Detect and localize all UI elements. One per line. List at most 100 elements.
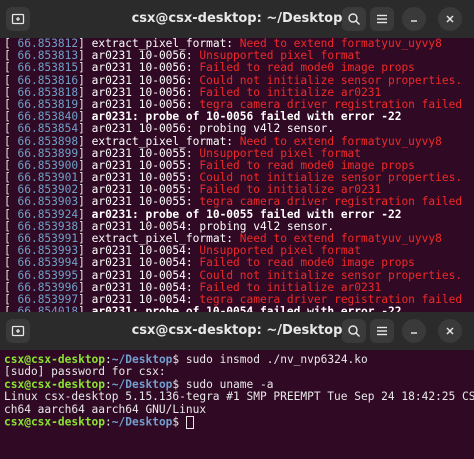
menu-icon	[377, 326, 387, 336]
log-message: tegra camera driver registration failed	[199, 292, 463, 306]
log-source: ar0231 10-0055:	[91, 195, 200, 209]
log-timestamp: 66.853818	[17, 85, 79, 99]
output-line: ch64 aarch64 aarch64 GNU/Linux	[4, 402, 207, 416]
bracket-open: [	[4, 244, 18, 258]
minimize-button[interactable]	[402, 7, 426, 31]
bracket-open: [	[4, 183, 18, 197]
search-button[interactable]	[342, 7, 366, 31]
bracket-open: [	[4, 85, 18, 99]
close-button[interactable]	[438, 319, 462, 343]
bracket-close: ]	[78, 280, 92, 294]
log-message: tegra camera driver registration failed	[199, 97, 463, 111]
log-source: ar0231 10-0054:	[91, 280, 200, 294]
bracket-close: ]	[78, 219, 92, 233]
close-button[interactable]	[438, 7, 462, 31]
log-source: ar0231 10-0055:	[91, 146, 200, 160]
bracket-close: ]	[78, 244, 92, 258]
text-cursor	[185, 415, 194, 429]
bracket-close: ]	[78, 38, 92, 50]
new-tab-button[interactable]	[6, 7, 30, 31]
prompt-path: ~/Desktop	[111, 353, 173, 366]
close-icon	[446, 15, 454, 23]
log-timestamp: 66.853938	[17, 219, 79, 233]
log-timestamp: 66.853812	[17, 38, 79, 50]
prompt-user: csx@csx-desktop	[4, 377, 106, 391]
search-icon	[348, 325, 360, 337]
log-message: Could not initialize sensor properties.	[199, 268, 463, 282]
log-source: ar0231 10-0056:	[91, 85, 200, 99]
bracket-close: ]	[78, 207, 92, 221]
bracket-open: [	[4, 195, 18, 209]
command-text: sudo uname -a	[185, 377, 274, 391]
bracket-close: ]	[78, 256, 92, 270]
log-timestamp: 66.853994	[17, 256, 79, 270]
log-message: Need to extend formatyuv_uyvy8	[239, 38, 442, 50]
log-timestamp: 66.853995	[17, 268, 79, 282]
bracket-close: ]	[78, 292, 92, 306]
log-timestamp: 66.853898	[17, 134, 79, 148]
bracket-close: ]	[78, 146, 92, 160]
bracket-open: [	[4, 122, 18, 136]
log-message: Need to extend formatyuv_uyvy8	[239, 232, 442, 245]
minimize-button[interactable]	[402, 319, 426, 343]
log-source: ar0231 10-0054:	[91, 244, 200, 258]
bracket-close: ]	[78, 85, 92, 99]
log-source: ar0231 10-0054:	[91, 268, 200, 282]
bracket-close: ]	[78, 97, 92, 111]
terminal-window-top: csx@csx-desktop: ~/Desktop [ 66.853812] …	[0, 0, 474, 312]
terminal-output[interactable]: csx@csx-desktop:~/Desktop$ sudo insmod .…	[0, 350, 474, 459]
bracket-close: ]	[78, 49, 92, 63]
bracket-close: ]	[78, 110, 92, 124]
log-source: ar0231 10-0056:	[91, 97, 200, 111]
log-timestamp: 66.853816	[17, 73, 79, 87]
search-button[interactable]	[342, 319, 366, 343]
log-timestamp: 66.853815	[17, 61, 79, 75]
bracket-open: [	[4, 292, 18, 306]
menu-button[interactable]	[370, 7, 394, 31]
new-tab-button[interactable]	[6, 319, 30, 343]
bracket-open: [	[4, 49, 18, 63]
log-timestamp: 66.853924	[17, 207, 79, 221]
log-source: ar0231	[91, 305, 133, 312]
command-line: csx@csx-desktop:~/Desktop$	[4, 415, 470, 429]
log-source: ar0231 10-0054:	[91, 219, 200, 233]
log-source: ar0231 10-0054:	[91, 292, 200, 306]
bracket-open: [	[4, 268, 18, 282]
bracket-open: [	[4, 305, 18, 312]
log-message: Need to extend formatyuv_uyvy8	[239, 134, 442, 148]
log-source: extract_pixel_format:	[91, 38, 240, 50]
log-timestamp: 66.853997	[17, 292, 79, 306]
log-timestamp: 66.853819	[17, 97, 79, 111]
bracket-close: ]	[78, 171, 92, 185]
log-source: extract_pixel_format:	[91, 134, 240, 148]
minimize-icon	[411, 332, 417, 334]
log-source: ar0231	[91, 110, 133, 124]
bracket-close: ]	[78, 73, 92, 87]
output-line: Linux csx-desktop 5.15.136-tegra #1 SMP …	[4, 390, 474, 404]
log-timestamp: 66.853993	[17, 244, 79, 258]
bracket-open: [	[4, 158, 18, 172]
new-tab-icon	[11, 13, 25, 25]
log-timestamp: 66.853840	[17, 110, 79, 124]
log-source: ar0231 10-0055:	[91, 183, 200, 197]
bracket-close: ]	[78, 183, 92, 197]
bracket-open: [	[4, 61, 18, 75]
prompt-user: csx@csx-desktop	[4, 415, 106, 429]
log-message: Could not initialize sensor properties.	[199, 171, 463, 185]
terminal-output[interactable]: [ 66.853812] extract_pixel_format: Need …	[0, 38, 474, 312]
prompt-path: ~/Desktop	[111, 377, 173, 391]
bracket-open: [	[4, 232, 18, 245]
bracket-close: ]	[78, 232, 92, 245]
log-message: : probe of 10-0054 failed with error -22	[132, 305, 402, 312]
bracket-close: ]	[78, 61, 92, 75]
menu-icon	[377, 14, 387, 24]
prompt-user: csx@csx-desktop	[4, 353, 106, 366]
log-message: Failed to initialize ar0231	[199, 85, 382, 99]
new-tab-icon	[11, 325, 25, 337]
bracket-open: [	[4, 256, 18, 270]
log-source: ar0231 10-0056:	[91, 61, 200, 75]
log-timestamp: 66.853901	[17, 171, 79, 185]
log-message: Unsupported pixel format	[199, 244, 362, 258]
menu-button[interactable]	[370, 319, 394, 343]
log-message: probing v4l2 sensor.	[199, 122, 335, 136]
